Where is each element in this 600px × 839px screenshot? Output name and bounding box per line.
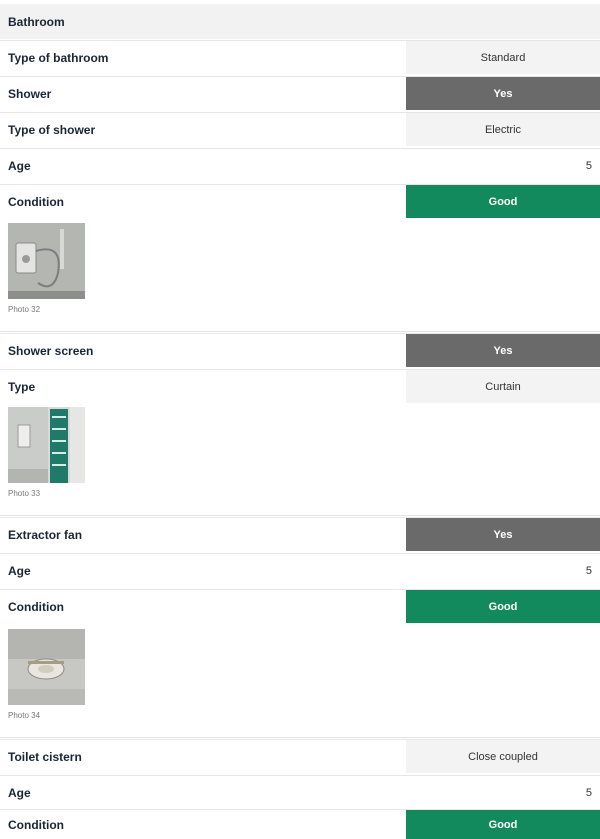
extractor-fan-photo[interactable] [8,629,85,705]
row-extractor-fan: Extractor fan Yes [0,517,600,551]
photo-caption: Photo 34 [8,711,41,720]
extractor-fan-icon [8,629,85,705]
row-value: 5 [585,159,592,172]
row-age: Age 5 [0,553,600,587]
divider [0,331,600,332]
row-label: Age [8,785,31,800]
divider [0,515,600,516]
row-label: Type of shower [8,122,96,137]
row-value: 5 [585,564,592,577]
shower-curtain-icon [8,407,85,483]
row-value: 5 [585,786,592,799]
status-badge-good: Good [406,810,600,839]
row-label: Shower screen [8,343,94,358]
status-badge-good: Good [406,590,600,623]
row-type: Type Curtain [0,369,600,403]
status-badge-yes: Yes [406,77,600,110]
row-label: Condition [8,817,64,832]
row-value: Curtain [406,370,600,403]
bathroom-section-header: Bathroom [0,4,600,39]
row-label: Type of bathroom [8,50,109,65]
row-value: Standard [406,41,600,74]
photo-caption: Photo 32 [8,305,41,314]
electric-shower-photo[interactable] [8,223,85,299]
row-label: Age [8,158,31,173]
status-badge-good: Good [406,185,600,218]
row-shower: Shower Yes [0,76,600,110]
row-type-of-bathroom: Type of bathroom Standard [0,40,600,74]
row-shower-screen: Shower screen Yes [0,333,600,367]
row-value: Close coupled [406,740,600,773]
row-age: Age 5 [0,775,600,809]
row-label: Type [8,379,36,394]
row-label: Condition [8,194,64,209]
row-condition: Condition Good [0,589,600,623]
shower-curtain-photo[interactable] [8,407,85,483]
row-label: Condition [8,599,64,614]
row-label: Age [8,563,31,578]
row-label: Toilet cistern [8,749,82,764]
divider [0,737,600,738]
row-type-of-shower: Type of shower Electric [0,112,600,146]
photo-caption: Photo 33 [8,489,41,498]
row-label: Extractor fan [8,527,83,542]
status-badge-yes: Yes [406,518,600,551]
row-value: Electric [406,113,600,146]
row-condition: Condition Good [0,184,600,218]
electric-shower-icon [8,223,85,299]
row-label: Shower [8,86,52,101]
status-badge-yes: Yes [406,334,600,367]
row-age: Age 5 [0,148,600,182]
row-toilet-cistern: Toilet cistern Close coupled [0,739,600,773]
row-condition: Condition Good [0,809,600,839]
